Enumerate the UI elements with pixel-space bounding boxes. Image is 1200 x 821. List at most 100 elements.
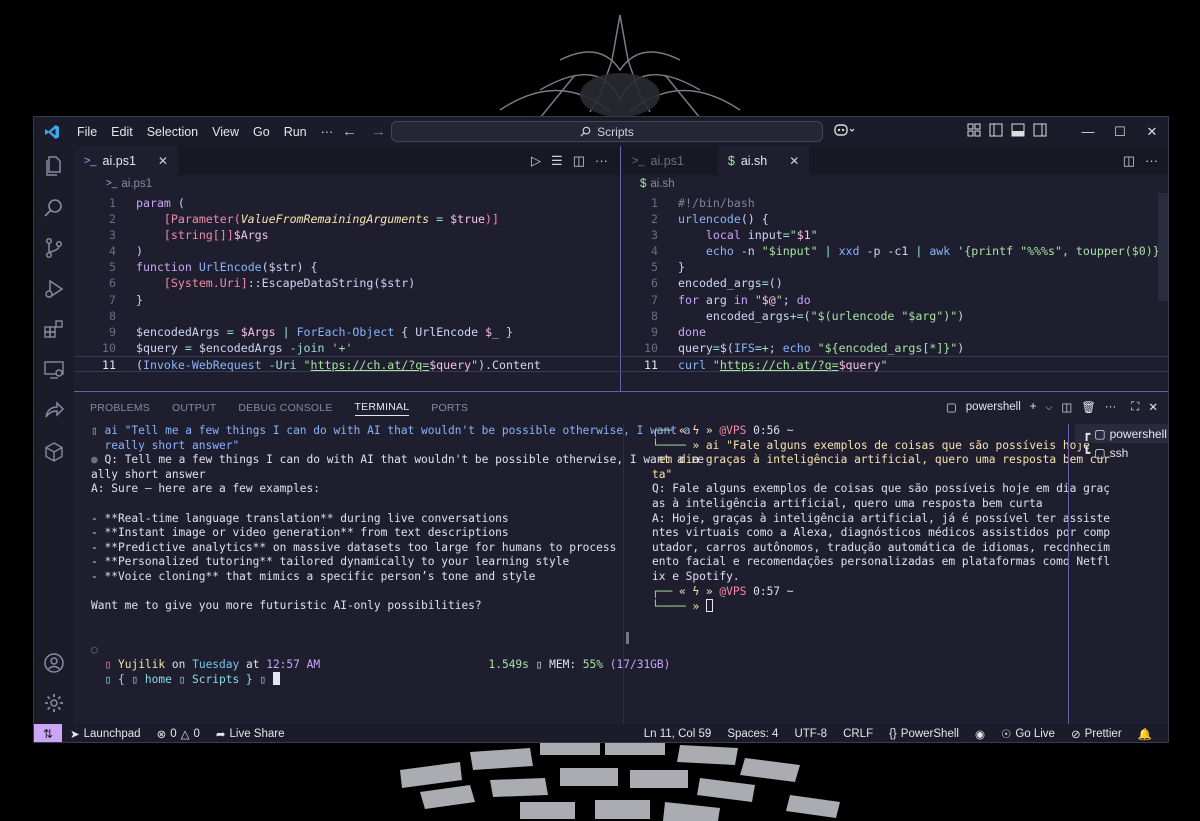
- tab-terminal[interactable]: TERMINAL: [354, 401, 410, 416]
- code-editor-sh[interactable]: 1 #!/bin/bash 2 urlencode() { 3 local inpu…: [616, 192, 1168, 373]
- indentation[interactable]: Spaces: 4: [719, 728, 786, 740]
- menu-more[interactable]: ···: [314, 125, 341, 139]
- remote-explorer-icon[interactable]: [42, 358, 66, 382]
- menu-selection[interactable]: Selection: [140, 125, 205, 139]
- command-center-search[interactable]: Scripts: [391, 121, 823, 142]
- menu-edit[interactable]: Edit: [104, 125, 140, 139]
- run-debug-icon[interactable]: [42, 277, 66, 301]
- terminal-list-label: powershell: [1109, 426, 1167, 441]
- trash-icon[interactable]: 🗑: [1081, 400, 1096, 414]
- tab-ai-ps1-inactive[interactable]: >_ ai.ps1: [622, 146, 694, 175]
- tab-output[interactable]: OUTPUT: [172, 402, 216, 414]
- copilot-icon[interactable]: [834, 123, 856, 140]
- braces-icon: {}: [889, 728, 897, 740]
- extensions-icon[interactable]: [42, 317, 66, 341]
- terminal-list-item-powershell[interactable]: ┏ ▢ powershell: [1075, 424, 1168, 443]
- search-sidebar-icon[interactable]: [42, 196, 66, 220]
- status-bar: ⇅ ➤ Launchpad ⊗ 0 △ 0 ➦ Live Share Ln 11…: [34, 724, 1168, 742]
- error-count: 0: [170, 728, 177, 740]
- notifications-bell-icon[interactable]: 🔔: [1130, 727, 1160, 741]
- run-selection-icon[interactable]: ☰: [551, 153, 563, 169]
- terminal-list: ┏ ▢ powershell ┗ ▢ ssh: [1075, 424, 1168, 462]
- code-line: 5 function UrlEncode($str) {: [109, 260, 318, 275]
- code-line-current: 11 (Invoke-WebRequest -Uri "https://ch.at…: [74, 355, 620, 373]
- tab-ai-sh[interactable]: $ ai.sh ✕: [717, 146, 810, 175]
- minimize-icon[interactable]: —: [1072, 117, 1104, 146]
- tab-bar-left: >_ ai.ps1 ✕ ▷ ☰ ◫ ···: [74, 146, 620, 175]
- close-panel-icon[interactable]: ✕: [1148, 400, 1158, 414]
- live-share-icon[interactable]: [42, 399, 66, 423]
- go-live-label: Go Live: [1015, 728, 1055, 740]
- prettier-item[interactable]: ⊘ Prettier: [1063, 727, 1130, 741]
- code-editor-ps1[interactable]: 1 param ( 2 [Parameter(ValueFromRemaining…: [74, 192, 620, 373]
- more-actions-icon[interactable]: ···: [595, 153, 608, 169]
- code-line: 4 echo -n "$input" | xxd -p -c1 | awk '{…: [651, 244, 1167, 259]
- launchpad-item[interactable]: ➤ Launchpad: [62, 727, 149, 741]
- encoding[interactable]: UTF-8: [786, 728, 835, 740]
- terminal-scrollbar[interactable]: [626, 632, 629, 644]
- toggle-primary-sidebar-icon[interactable]: [989, 123, 1005, 139]
- accounts-icon[interactable]: [42, 651, 66, 675]
- chevron-down-icon[interactable]: ⌵: [1045, 402, 1052, 413]
- live-share-item[interactable]: ➦ Live Share: [208, 727, 293, 741]
- terminal-split-divider[interactable]: [623, 424, 624, 724]
- menu-file[interactable]: File: [70, 125, 104, 139]
- split-terminal-icon[interactable]: ◫: [1061, 400, 1072, 414]
- toggle-panel-icon[interactable]: [1011, 123, 1027, 139]
- powershell-file-icon: >_: [632, 154, 645, 167]
- back-arrow-icon[interactable]: ←: [342, 123, 357, 140]
- tab-bar-right: >_ ai.ps1 $ ai.sh ✕ ◫ ···: [622, 146, 1168, 175]
- customize-layout-icon[interactable]: [967, 123, 983, 139]
- broadcast-icon: ☉: [1001, 729, 1012, 741]
- go-live-item[interactable]: ☉ Go Live: [993, 727, 1063, 741]
- end-of-line[interactable]: CRLF: [835, 728, 881, 740]
- terminal-powershell[interactable]: ▯ ai "Tell me a few things I can do with…: [91, 424, 704, 688]
- terminal-ssh[interactable]: ┌── « ϟ » @VPS 0:56 ~ └──── » ai "Fale a…: [652, 424, 1110, 615]
- tab-problems[interactable]: PROBLEMS: [90, 402, 150, 414]
- new-terminal-icon[interactable]: +: [1030, 401, 1037, 413]
- copilot-status-icon[interactable]: ◉: [967, 727, 993, 741]
- breadcrumb[interactable]: $ ai.sh: [622, 175, 1168, 192]
- terminal-list-item-ssh[interactable]: ┗ ▢ ssh: [1075, 443, 1168, 462]
- close-tab-icon[interactable]: ✕: [158, 154, 168, 168]
- menu-view[interactable]: View: [205, 125, 246, 139]
- split-editor-icon[interactable]: ◫: [1123, 153, 1135, 169]
- editor-scrollbar[interactable]: [1158, 193, 1168, 301]
- terminal-profile-label[interactable]: powershell: [966, 401, 1021, 413]
- source-control-icon[interactable]: [42, 236, 66, 260]
- language-mode[interactable]: {} PowerShell: [881, 728, 967, 740]
- more-actions-icon[interactable]: ···: [1105, 401, 1117, 413]
- live-share-label: Live Share: [229, 728, 285, 740]
- toggle-secondary-sidebar-icon[interactable]: [1033, 123, 1049, 139]
- remote-indicator-icon[interactable]: ⇅: [34, 724, 62, 742]
- settings-gear-icon[interactable]: [42, 691, 66, 715]
- terminal-list-label: ssh: [1109, 445, 1129, 460]
- maximize-panel-icon[interactable]: ⛶: [1131, 401, 1139, 414]
- split-editor-icon[interactable]: ◫: [573, 153, 585, 169]
- menu-run[interactable]: Run: [277, 125, 314, 139]
- close-tab-icon[interactable]: ✕: [789, 154, 799, 168]
- forward-arrow-icon[interactable]: →: [371, 123, 386, 140]
- problems-item[interactable]: ⊗ 0 △ 0: [149, 727, 208, 741]
- breadcrumb[interactable]: >_ ai.ps1: [74, 175, 620, 192]
- tab-ai-ps1[interactable]: >_ ai.ps1 ✕: [74, 146, 178, 175]
- more-actions-icon[interactable]: ···: [1145, 153, 1158, 169]
- close-window-icon[interactable]: ✕: [1136, 117, 1168, 146]
- tab-ports[interactable]: PORTS: [431, 402, 468, 414]
- warning-icon: △: [180, 729, 190, 741]
- code-line: 7 for arg in "$@"; do: [651, 292, 811, 307]
- vscode-logo-icon: [34, 117, 70, 146]
- maximize-icon[interactable]: ☐: [1104, 117, 1136, 146]
- warning-count: 0: [193, 728, 200, 740]
- run-file-icon[interactable]: ▷: [531, 153, 541, 169]
- breadcrumb-file: ai.ps1: [121, 177, 153, 190]
- code-line: 6 encoded_args=(): [651, 276, 783, 291]
- docker-icon[interactable]: [42, 440, 66, 464]
- cursor-position[interactable]: Ln 11, Col 59: [636, 728, 720, 740]
- code-line: 5}: [651, 260, 685, 275]
- rocket-icon: ➤: [70, 729, 80, 741]
- explorer-icon[interactable]: [42, 154, 66, 178]
- terminal-list-divider[interactable]: [1068, 424, 1069, 724]
- menu-go[interactable]: Go: [246, 125, 277, 139]
- tab-debug-console[interactable]: DEBUG CONSOLE: [238, 402, 332, 414]
